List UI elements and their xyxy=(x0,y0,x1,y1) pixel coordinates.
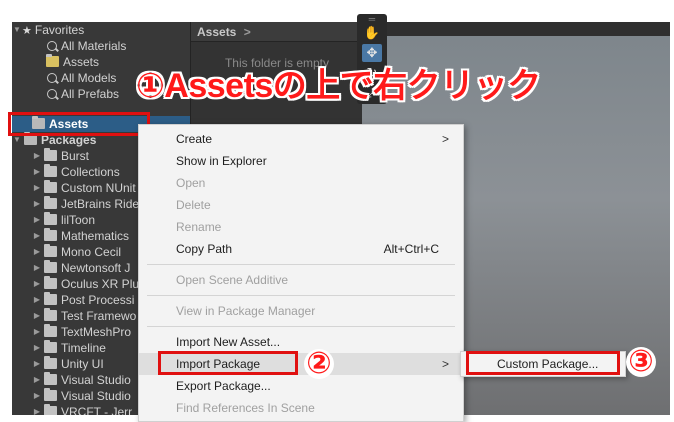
menu-item-find-references[interactable]: Find References In Scene xyxy=(139,397,463,419)
annotation-step-3: ③ xyxy=(626,347,656,377)
menu-item-show-in-explorer[interactable]: Show in Explorer xyxy=(139,150,463,172)
tree-item-package[interactable]: ▶ Oculus XR Plu xyxy=(32,276,139,292)
folder-icon xyxy=(44,324,57,337)
tree-item-package[interactable]: ▶ Custom NUnit xyxy=(32,180,136,196)
expand-arrow-icon[interactable]: ▶ xyxy=(32,340,42,356)
tree-item-package[interactable]: ▶ Timeline xyxy=(32,340,106,356)
tree-item-package[interactable]: ▶ Collections xyxy=(32,164,120,180)
menu-item-export-package[interactable]: Export Package... xyxy=(139,375,463,397)
expand-arrow-icon[interactable]: ▶ xyxy=(32,148,42,164)
menu-separator xyxy=(147,326,455,327)
annotation-step-1: ①Assetsの上で右クリック xyxy=(136,67,541,105)
menu-item-view-in-package-manager[interactable]: View in Package Manager xyxy=(139,300,463,322)
folder-icon xyxy=(44,148,57,161)
tree-item-package[interactable]: ▶ Mathematics xyxy=(32,228,129,244)
collapse-arrow-icon[interactable]: ▼ xyxy=(12,22,22,38)
search-icon xyxy=(47,41,57,51)
expand-arrow-icon[interactable]: ▶ xyxy=(32,228,42,244)
folder-icon xyxy=(44,292,57,305)
menu-item-open[interactable]: Open xyxy=(139,172,463,194)
expand-arrow-icon[interactable]: ▶ xyxy=(32,356,42,372)
tree-item-package[interactable]: ▶ Visual Studio xyxy=(32,388,131,404)
folder-icon xyxy=(44,372,57,385)
highlight-box-assets xyxy=(8,112,150,136)
menu-item-delete[interactable]: Delete xyxy=(139,194,463,216)
folder-icon xyxy=(44,356,57,369)
folder-icon xyxy=(44,388,57,401)
scene-tab-bar xyxy=(362,22,670,36)
menu-item-rename[interactable]: Rename xyxy=(139,216,463,238)
expand-arrow-icon[interactable]: ▶ xyxy=(32,372,42,388)
shortcut-label: Alt+Ctrl+C xyxy=(383,242,439,256)
menu-item-import-new-asset[interactable]: Import New Asset... xyxy=(139,331,463,353)
favorite-item[interactable]: All Prefabs xyxy=(44,86,119,102)
menu-item-create[interactable]: Create > xyxy=(139,128,463,150)
tree-item-package[interactable]: ▶ JetBrains Ride xyxy=(32,196,139,212)
hand-tool-icon[interactable]: ✋ xyxy=(362,24,382,42)
expand-arrow-icon[interactable]: ▶ xyxy=(32,212,42,228)
tree-item-package[interactable]: ▶ Visual Studio xyxy=(32,372,131,388)
folder-icon xyxy=(44,404,57,415)
highlight-box-custom-package xyxy=(466,351,620,375)
tree-item-package[interactable]: ▶ Post Processi xyxy=(32,292,134,308)
star-icon: ★ xyxy=(22,25,32,37)
assets-breadcrumb[interactable]: Assets > xyxy=(191,22,362,42)
expand-arrow-icon[interactable]: ▶ xyxy=(32,308,42,324)
folder-icon xyxy=(44,164,57,177)
highlight-box-import-package xyxy=(158,351,298,375)
folder-icon xyxy=(44,340,57,353)
tree-item-package[interactable]: ▶ Test Framewo xyxy=(32,308,136,324)
menu-item-open-scene-additive[interactable]: Open Scene Additive xyxy=(139,269,463,291)
submenu-arrow-icon: > xyxy=(441,132,449,146)
tree-item-package[interactable]: ▶ Newtonsoft J xyxy=(32,260,130,276)
annotation-step-2: ② xyxy=(304,349,334,379)
favorite-item[interactable]: Assets xyxy=(44,54,99,70)
expand-arrow-icon[interactable]: ▶ xyxy=(32,260,42,276)
expand-arrow-icon[interactable]: ▶ xyxy=(32,244,42,260)
favorite-item[interactable]: All Models xyxy=(44,70,116,86)
menu-separator xyxy=(147,295,455,296)
chevron-right-icon: > xyxy=(243,25,251,39)
submenu-arrow-icon: > xyxy=(441,357,449,371)
search-icon xyxy=(47,73,57,83)
expand-arrow-icon[interactable]: ▶ xyxy=(32,324,42,340)
folder-icon xyxy=(44,260,57,273)
folder-icon xyxy=(44,212,57,225)
tree-item-package[interactable]: ▶ lilToon xyxy=(32,212,95,228)
menu-item-copy-path[interactable]: Copy Path Alt+Ctrl+C xyxy=(139,238,463,260)
expand-arrow-icon[interactable]: ▶ xyxy=(32,276,42,292)
expand-arrow-icon[interactable]: ▶ xyxy=(32,180,42,196)
context-menu: Create > Show in Explorer Open Delete Ren… xyxy=(138,124,464,422)
favorite-item[interactable]: All Materials xyxy=(44,38,126,54)
search-icon xyxy=(47,89,57,99)
folder-icon xyxy=(44,276,57,289)
tree-item-package[interactable]: ▶ Mono Cecil xyxy=(32,244,121,260)
menu-separator xyxy=(147,264,455,265)
expand-arrow-icon[interactable]: ▶ xyxy=(32,164,42,180)
folder-icon xyxy=(44,244,57,257)
tree-item-package[interactable]: ▶ VRCFT - Jerr xyxy=(32,404,132,415)
tree-item-package[interactable]: ▶ TextMeshPro xyxy=(32,324,131,340)
folder-icon xyxy=(44,308,57,321)
expand-arrow-icon[interactable]: ▶ xyxy=(32,404,42,415)
expand-arrow-icon[interactable]: ▶ xyxy=(32,388,42,404)
tree-item-package[interactable]: ▶ Unity UI xyxy=(32,356,104,372)
expand-arrow-icon[interactable]: ▶ xyxy=(32,292,42,308)
folder-icon xyxy=(44,180,57,193)
favorites-header[interactable]: ▼★ Favorites xyxy=(12,22,84,38)
tree-item-package[interactable]: ▶ Burst xyxy=(32,148,89,164)
expand-arrow-icon[interactable]: ▶ xyxy=(32,196,42,212)
folder-icon xyxy=(44,228,57,241)
drag-handle-icon[interactable]: ═ xyxy=(362,15,382,24)
favorite-folder-icon xyxy=(46,54,59,67)
folder-icon xyxy=(44,196,57,209)
